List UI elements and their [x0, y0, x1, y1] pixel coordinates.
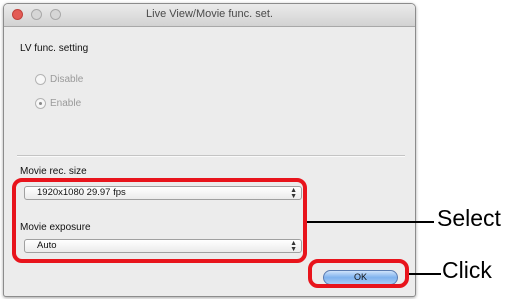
click-callout: Click: [442, 257, 492, 283]
select-highlight-box: [12, 178, 307, 263]
section-divider: [17, 155, 405, 157]
select-callout: Select: [437, 205, 501, 231]
radio-disable[interactable]: Disable: [35, 72, 83, 86]
lv-func-heading: LV func. setting: [20, 43, 89, 54]
movie-rec-size-label: Movie rec. size: [20, 166, 87, 177]
radio-disable-label: Disable: [50, 73, 84, 85]
radio-enable-label: Enable: [50, 97, 82, 109]
radio-enable[interactable]: Enable: [35, 96, 81, 110]
title-bar: Live View/Movie func. set.: [4, 4, 415, 27]
click-leader-line: [409, 273, 441, 275]
click-highlight-box: [308, 259, 409, 288]
select-leader-line: [307, 221, 434, 223]
window-title: Live View/Movie func. set.: [146, 8, 273, 20]
radio-disable-indicator[interactable]: [35, 73, 46, 85]
radio-enable-indicator[interactable]: [35, 97, 46, 109]
